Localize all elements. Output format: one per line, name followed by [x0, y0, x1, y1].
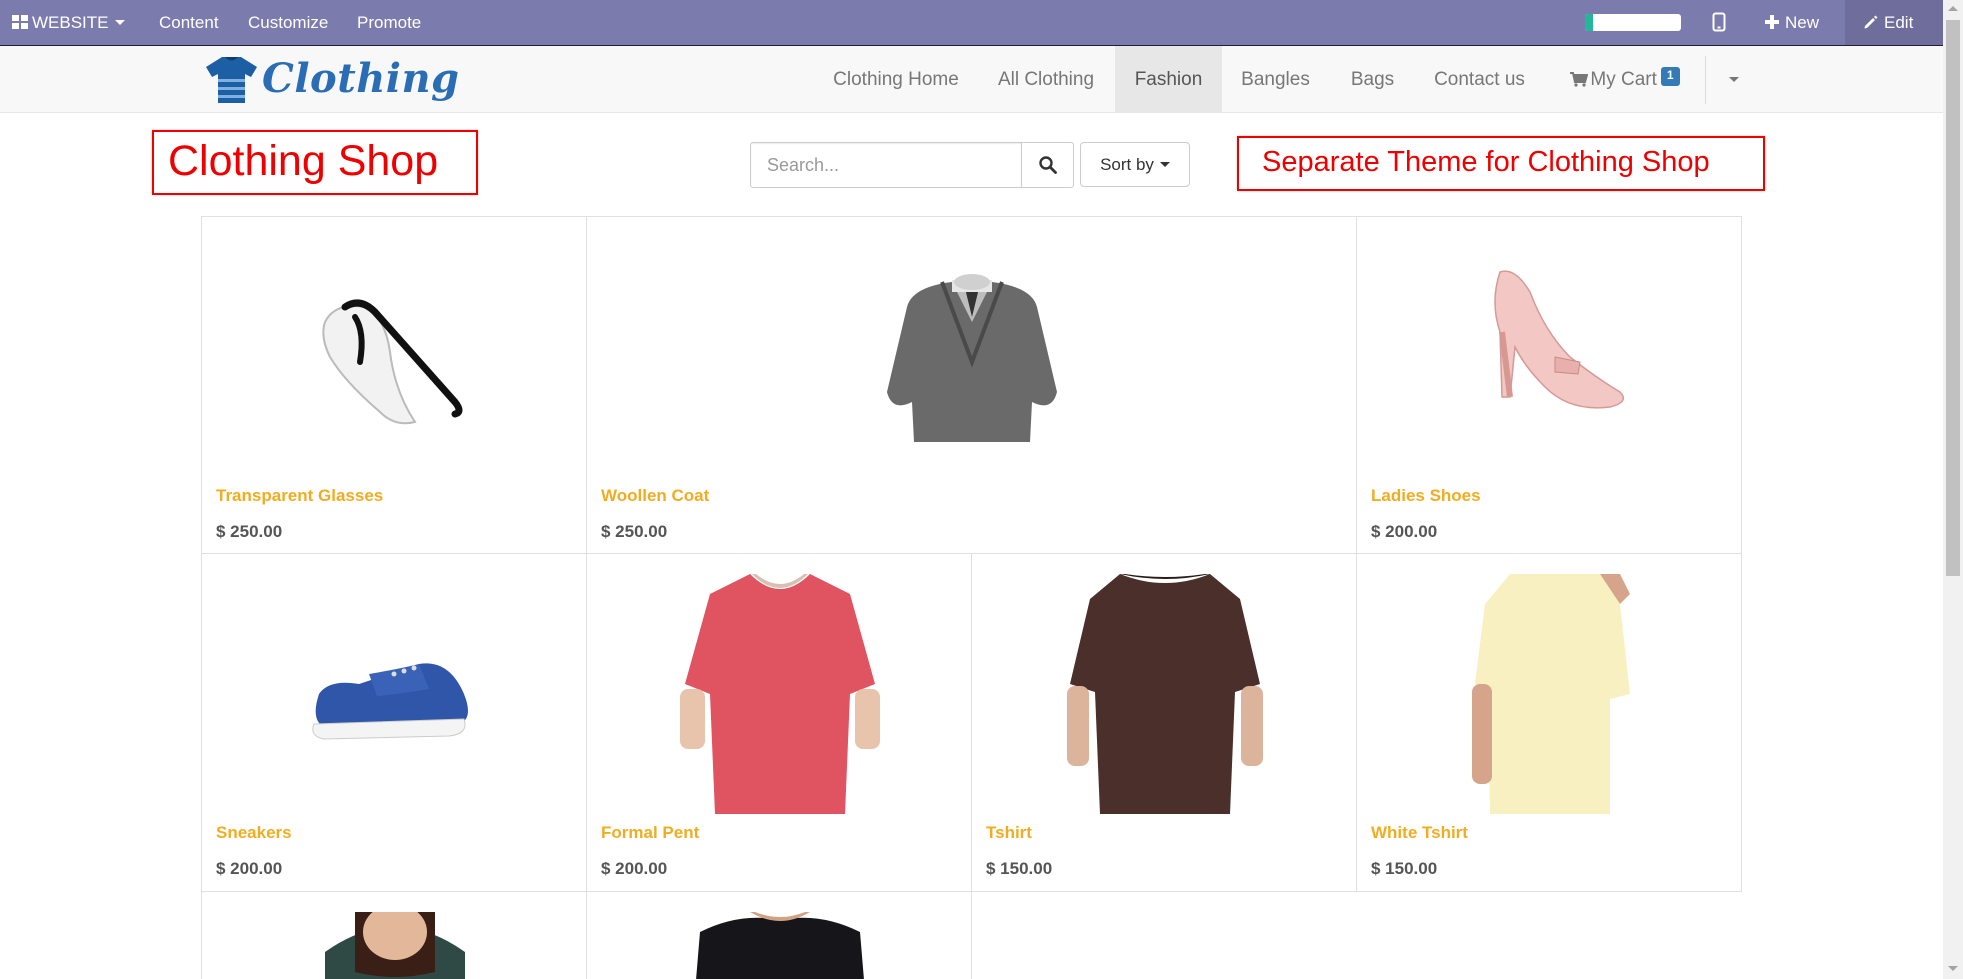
nav-contact-us[interactable]: Contact us — [1421, 46, 1538, 113]
plus-icon — [1765, 15, 1779, 29]
product-card[interactable]: Ladies Shoes $ 200.00 — [1356, 216, 1742, 554]
product-price: $ 200.00 — [1371, 522, 1438, 541]
product-price: $ 150.00 — [986, 859, 1053, 878]
product-name[interactable]: Transparent Glasses — [216, 486, 383, 506]
product-name[interactable]: Ladies Shoes — [1371, 486, 1481, 506]
product-card[interactable]: Formal Pent $ 200.00 — [586, 553, 972, 892]
pencil-icon — [1864, 15, 1878, 29]
nav-all-clothing[interactable]: All Clothing — [982, 46, 1110, 113]
theme-note-annotation: Separate Theme for Clothing Shop — [1237, 136, 1765, 191]
product-name[interactable]: White Tshirt — [1371, 823, 1468, 843]
nav-user-dropdown[interactable] — [1714, 46, 1754, 113]
nav-fashion[interactable]: Fashion — [1115, 46, 1222, 113]
edit-label: Edit — [1884, 13, 1914, 32]
nav-my-cart[interactable]: My Cart 1 — [1560, 46, 1690, 113]
blue-sneaker-image — [312, 663, 468, 740]
product-price: $ 250.00 — [216, 522, 283, 541]
new-button[interactable]: New — [1765, 0, 1819, 45]
product-card[interactable]: Transparent Glasses $ 250.00 — [201, 216, 587, 554]
cream-tshirt-image — [1472, 574, 1630, 814]
website-menu-button[interactable]: WEBSITE — [12, 0, 125, 45]
sort-by-button[interactable]: Sort by — [1080, 142, 1190, 187]
customize-menu[interactable]: Customize — [248, 0, 328, 45]
product-name[interactable]: Tshirt — [986, 823, 1032, 843]
woman-green-top-image — [325, 912, 465, 979]
nav-bags[interactable]: Bags — [1334, 46, 1411, 113]
scrollbar-thumb[interactable] — [1946, 20, 1960, 576]
shopping-cart-icon — [1570, 72, 1589, 87]
product-card[interactable] — [201, 891, 587, 979]
progress-bar — [1585, 14, 1681, 31]
product-price: $ 200.00 — [601, 859, 668, 878]
nav-divider — [1705, 56, 1706, 104]
content-menu[interactable]: Content — [159, 0, 219, 45]
cart-label: My Cart — [1590, 69, 1657, 90]
tshirt-logo-icon — [206, 57, 257, 103]
product-card[interactable]: Sneakers $ 200.00 — [201, 553, 587, 892]
edit-button[interactable]: Edit — [1845, 0, 1943, 45]
shop-title-annotation: Clothing Shop — [152, 130, 478, 195]
search-input[interactable]: Search... — [750, 142, 1022, 188]
product-price: $ 200.00 — [216, 859, 283, 878]
caret-down-icon — [1729, 77, 1739, 82]
product-name[interactable]: Sneakers — [216, 823, 292, 843]
main-navbar: Clothing Clothing Home All Clothing Fash… — [0, 45, 1943, 113]
promote-menu[interactable]: Promote — [357, 0, 421, 45]
product-card[interactable]: White Tshirt $ 150.00 — [1356, 553, 1742, 892]
search-icon — [1039, 156, 1057, 174]
website-menu-label: WEBSITE — [32, 13, 109, 32]
website-admin-bar: WEBSITE Content Customize Promote New Ed… — [0, 0, 1943, 45]
product-card[interactable]: Woollen Coat $ 250.00 — [586, 216, 1357, 554]
new-label: New — [1785, 13, 1820, 32]
mobile-preview-button[interactable] — [1712, 0, 1726, 45]
ladies-shoe-image — [1494, 270, 1625, 409]
product-name[interactable]: Woollen Coat — [601, 486, 709, 506]
search-button[interactable] — [1021, 142, 1074, 188]
scroll-down-arrow-icon[interactable] — [1948, 966, 1958, 971]
apps-grid-icon — [12, 15, 28, 29]
page-scrollbar[interactable] — [1943, 0, 1963, 979]
mobile-phone-icon — [1712, 12, 1726, 32]
scroll-up-arrow-icon[interactable] — [1948, 6, 1958, 11]
product-name[interactable]: Formal Pent — [601, 823, 699, 843]
logo-text: Clothing — [262, 55, 460, 102]
sort-by-label: Sort by — [1100, 155, 1154, 174]
progress-fill — [1585, 14, 1593, 31]
nav-bangles[interactable]: Bangles — [1230, 46, 1321, 113]
product-card[interactable] — [586, 891, 972, 979]
caret-down-icon — [1159, 162, 1170, 167]
product-price: $ 250.00 — [601, 522, 668, 541]
site-logo[interactable]: Clothing — [204, 54, 459, 106]
glasses-image — [322, 299, 463, 425]
brown-tshirt-image — [1067, 574, 1263, 814]
man-black-tshirt-image — [696, 912, 864, 979]
product-price: $ 150.00 — [1371, 859, 1438, 878]
red-tshirt-image — [680, 574, 880, 814]
product-card[interactable]: Tshirt $ 150.00 — [971, 553, 1357, 892]
woollen-coat-image — [887, 274, 1057, 442]
cart-count-badge: 1 — [1660, 67, 1680, 86]
caret-down-icon — [114, 20, 125, 25]
nav-clothing-home[interactable]: Clothing Home — [818, 46, 974, 113]
